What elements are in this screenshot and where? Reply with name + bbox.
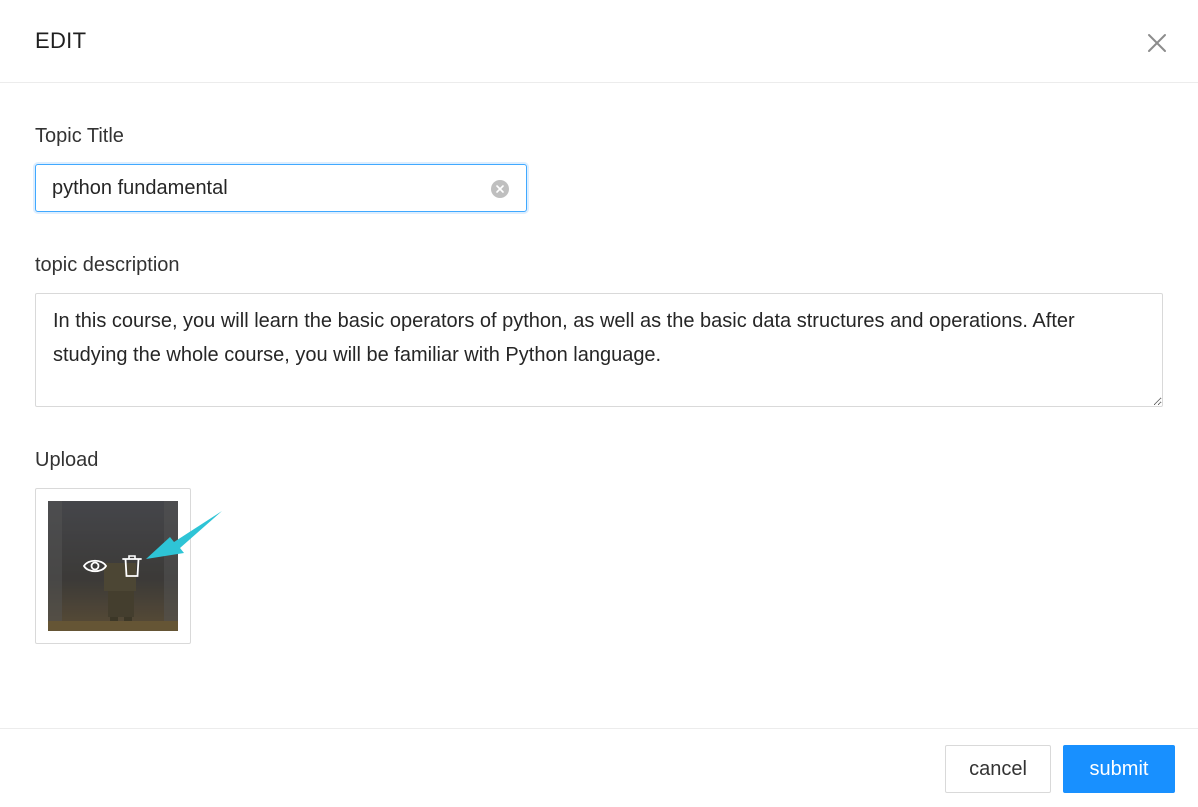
- dialog-footer: cancel submit: [0, 728, 1198, 807]
- edit-dialog: EDIT Topic Title topic description In th…: [0, 0, 1198, 807]
- topic-title-label: Topic Title: [35, 125, 124, 147]
- clear-circle-icon[interactable]: [491, 180, 509, 198]
- thumbnail-hover-overlay: [48, 501, 178, 631]
- cancel-button[interactable]: cancel: [945, 745, 1051, 793]
- close-icon[interactable]: [1143, 29, 1171, 57]
- topic-description-label: topic description: [35, 254, 180, 276]
- trash-icon[interactable]: [122, 554, 142, 578]
- upload-item-card: [35, 488, 191, 644]
- submit-button[interactable]: submit: [1063, 745, 1175, 793]
- eye-icon[interactable]: [82, 557, 108, 575]
- upload-label: Upload: [35, 449, 99, 471]
- uploaded-image-thumbnail: [48, 501, 178, 631]
- topic-title-input[interactable]: [52, 165, 482, 211]
- dialog-header: EDIT: [0, 0, 1198, 83]
- topic-description-textarea[interactable]: In this course, you will learn the basic…: [35, 293, 1163, 407]
- dialog-title: EDIT: [35, 28, 87, 53]
- topic-title-field: [35, 164, 527, 212]
